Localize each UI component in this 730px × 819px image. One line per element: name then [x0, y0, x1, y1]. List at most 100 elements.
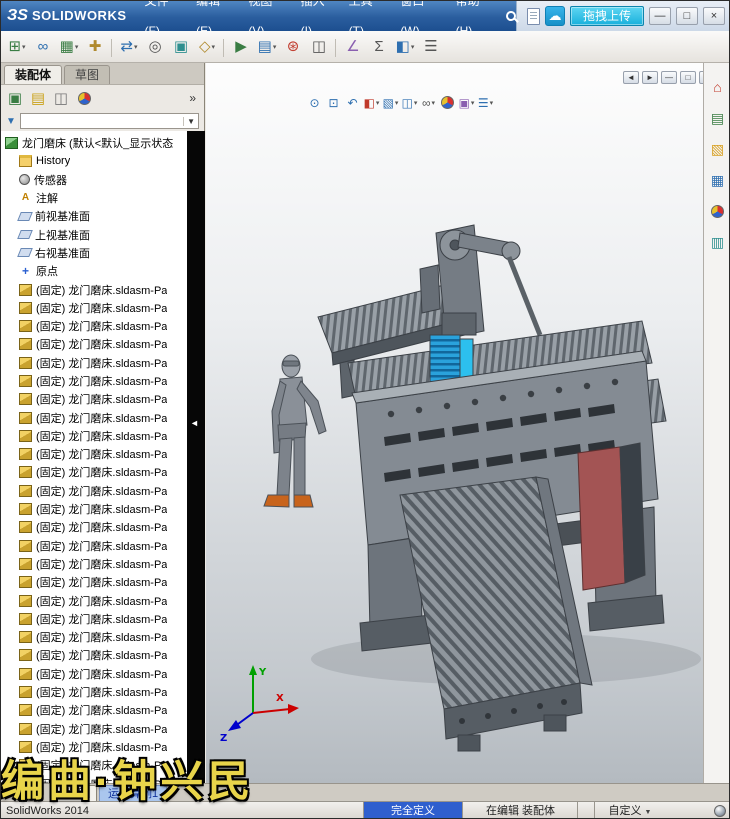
- document-icon[interactable]: [526, 7, 540, 25]
- close-button[interactable]: ×: [703, 7, 725, 25]
- displaymanager-tab-icon[interactable]: [74, 88, 94, 108]
- tree-item-label: (固定) 龙门磨床.sldasm-Pa: [36, 558, 168, 571]
- triad-y-label: Y: [258, 667, 267, 678]
- mass-properties-icon[interactable]: Σ: [367, 35, 391, 59]
- minimize-button[interactable]: —: [649, 7, 671, 25]
- tree-item-2[interactable]: A 注解: [1, 189, 187, 207]
- component-icon: [19, 649, 32, 662]
- tree-item-0[interactable]: History: [1, 152, 187, 170]
- tree-item-1[interactable]: 传感器: [1, 171, 187, 189]
- collapse-panel-arrow-icon[interactable]: ◄: [190, 418, 199, 428]
- tree-root[interactable]: 龙门磨床 (默认<默认_显示状态: [1, 134, 187, 152]
- tree-component-row[interactable]: (固定) 龙门磨床.sldasm-Pa: [1, 317, 187, 335]
- tree-item-4[interactable]: 上视基准面: [1, 225, 187, 243]
- tree-item-6[interactable]: + 原点: [1, 262, 187, 280]
- tree-item-5[interactable]: 右视基准面: [1, 244, 187, 262]
- file-explorer-icon[interactable]: ▧: [708, 139, 728, 159]
- maximize-button[interactable]: □: [676, 7, 698, 25]
- doc-prev-button[interactable]: ◄: [623, 71, 639, 84]
- tree-component-row[interactable]: (固定) 龙门磨床.sldasm-Pa: [1, 591, 187, 609]
- status-custom-dropdown[interactable]: 自定义 ▼: [597, 802, 663, 818]
- sensors-icon: [19, 174, 30, 186]
- smart-fasteners-icon[interactable]: ✚: [83, 35, 112, 59]
- component-icon: [19, 759, 32, 772]
- tab-model[interactable]: 模型: [57, 785, 97, 801]
- search-icon[interactable]: [506, 11, 516, 21]
- interference-detection-icon[interactable]: ◫: [307, 35, 336, 59]
- filter-funnel-icon[interactable]: ▼: [6, 116, 16, 127]
- component-icon: [19, 448, 32, 461]
- tab-motion-study[interactable]: 运动算例1: [99, 785, 168, 801]
- linear-component-pattern-glyph: ▦: [59, 38, 74, 55]
- custom-properties-icon[interactable]: ▥: [708, 232, 728, 252]
- tree-component-row[interactable]: (固定) 龙门磨床.sldasm-Pa: [1, 354, 187, 372]
- tree-component-row[interactable]: (固定) 龙门磨床.sldasm-Pa: [1, 280, 187, 298]
- assembly-features-glyph: ▣: [173, 38, 189, 55]
- tree-component-row[interactable]: (固定) 龙门磨床.sldasm-Pa: [1, 610, 187, 628]
- linear-component-pattern-icon[interactable]: ▦ ▾: [57, 35, 81, 59]
- mate-icon[interactable]: ∞: [31, 35, 55, 59]
- task-pane: ⌂ ▤ ▧ ▦ ▥: [703, 63, 729, 783]
- cloud-upload-icon[interactable]: ☁: [544, 6, 565, 26]
- propertymanager-tab-icon[interactable]: ▤: [28, 88, 48, 108]
- titlebar-right: ☁ 拖拽上传 — □ ×: [515, 1, 729, 31]
- tree-item-3[interactable]: 前视基准面: [1, 207, 187, 225]
- appearances-ball: [711, 204, 724, 218]
- tree-component-row[interactable]: (固定) 龙门磨床.sldasm-Pa: [1, 701, 187, 719]
- tab-assembly[interactable]: 装配体: [4, 65, 63, 84]
- tree-item-label: (固定) 龙门磨床.sldasm-Pa: [36, 357, 168, 370]
- tree-component-row[interactable]: (固定) 龙门磨床.sldasm-Pa: [1, 738, 187, 756]
- exploded-view-icon[interactable]: ⊛: [281, 35, 305, 59]
- tab-sketch[interactable]: 草图: [64, 65, 111, 84]
- drag-upload-button[interactable]: 拖拽上传: [569, 6, 644, 26]
- configurationmanager-tab-icon[interactable]: ◫: [51, 88, 71, 108]
- filter-dropdown[interactable]: ▼: [19, 113, 199, 129]
- solidworks-resources-icon[interactable]: ⌂: [708, 77, 728, 97]
- tree-component-row[interactable]: (固定) 龙门磨床.sldasm-Pa: [1, 720, 187, 738]
- reference-geometry-icon[interactable]: ◇ ▾: [195, 35, 224, 59]
- doc-restore-button[interactable]: □: [680, 71, 696, 84]
- doc-minimize-button[interactable]: —: [661, 71, 677, 84]
- measure-icon[interactable]: ∠: [341, 35, 365, 59]
- featuremanager-tab-icon[interactable]: ▣: [5, 88, 25, 108]
- tree-component-row[interactable]: (固定) 龙门磨床.sldasm-Pa: [1, 518, 187, 536]
- assembly-features-icon[interactable]: ▣: [169, 35, 193, 59]
- tree-component-row[interactable]: (固定) 龙门磨床.sldasm-Pa: [1, 463, 187, 481]
- move-component-icon[interactable]: ⇄ ▾: [117, 35, 141, 59]
- design-library-icon[interactable]: ▤: [708, 108, 728, 128]
- tree-component-row[interactable]: (固定) 龙门磨床.sldasm-Pa: [1, 335, 187, 353]
- tree-component-row[interactable]: (固定) 龙门磨床.sldasm-Pa: [1, 537, 187, 555]
- sphere-icon[interactable]: [714, 805, 726, 817]
- tree-component-row[interactable]: (固定) 龙门磨床.sldasm-Pa: [1, 299, 187, 317]
- tree-component-row[interactable]: (固定) 龙门磨床.sldasm-Pa: [1, 555, 187, 573]
- graphics-area[interactable]: Y X Z: [206, 63, 703, 783]
- interference-detection-glyph: ◫: [311, 38, 327, 55]
- doc-next-button[interactable]: ►: [642, 71, 658, 84]
- panel-splitter[interactable]: ◄: [187, 131, 205, 783]
- appearances-icon[interactable]: [708, 201, 728, 221]
- show-hidden-components-icon[interactable]: ◎: [143, 35, 167, 59]
- insert-components-icon[interactable]: ⊞ ▾: [5, 35, 29, 59]
- tree-component-row[interactable]: (固定) 龙门磨床.sldasm-Pa: [1, 683, 187, 701]
- tree-component-row[interactable]: (固定) 龙门磨床.sldasm-Pa: [1, 372, 187, 390]
- overflow-chevron-icon[interactable]: »: [185, 91, 200, 105]
- options-icon[interactable]: ☰: [419, 35, 443, 59]
- tree-component-row[interactable]: (固定) 龙门磨床.sldasm-Pa: [1, 427, 187, 445]
- tree-component-row[interactable]: (固定) 龙门磨床.sldasm-Pa: [1, 646, 187, 664]
- tree-component-row[interactable]: (固定) 龙门磨床.sldasm-Pa: [1, 756, 187, 774]
- view-palette-icon[interactable]: ▦: [708, 170, 728, 190]
- new-motion-study-icon[interactable]: ▶: [229, 35, 253, 59]
- tree-component-row[interactable]: (固定) 龙门磨床.sldasm-Pa: [1, 500, 187, 518]
- tree-component-row[interactable]: (固定) 龙门磨床.sldasm-Pa: [1, 774, 187, 783]
- section-tool-icon[interactable]: ◧ ▾: [393, 35, 417, 59]
- bill-of-materials-icon[interactable]: ▤ ▾: [255, 35, 279, 59]
- tree-component-row[interactable]: (固定) 龙门磨床.sldasm-Pa: [1, 628, 187, 646]
- tree-component-row[interactable]: (固定) 龙门磨床.sldasm-Pa: [1, 445, 187, 463]
- tree-item-label: (固定) 龙门磨床.sldasm-Pa: [36, 540, 168, 553]
- tree-component-row[interactable]: (固定) 龙门磨床.sldasm-Pa: [1, 390, 187, 408]
- tree-component-row[interactable]: (固定) 龙门磨床.sldasm-Pa: [1, 665, 187, 683]
- tree-component-row[interactable]: (固定) 龙门磨床.sldasm-Pa: [1, 573, 187, 591]
- tree-component-row[interactable]: (固定) 龙门磨床.sldasm-Pa: [1, 408, 187, 426]
- dropdown-arrow-icon: ▾: [74, 43, 79, 51]
- tree-component-row[interactable]: (固定) 龙门磨床.sldasm-Pa: [1, 482, 187, 500]
